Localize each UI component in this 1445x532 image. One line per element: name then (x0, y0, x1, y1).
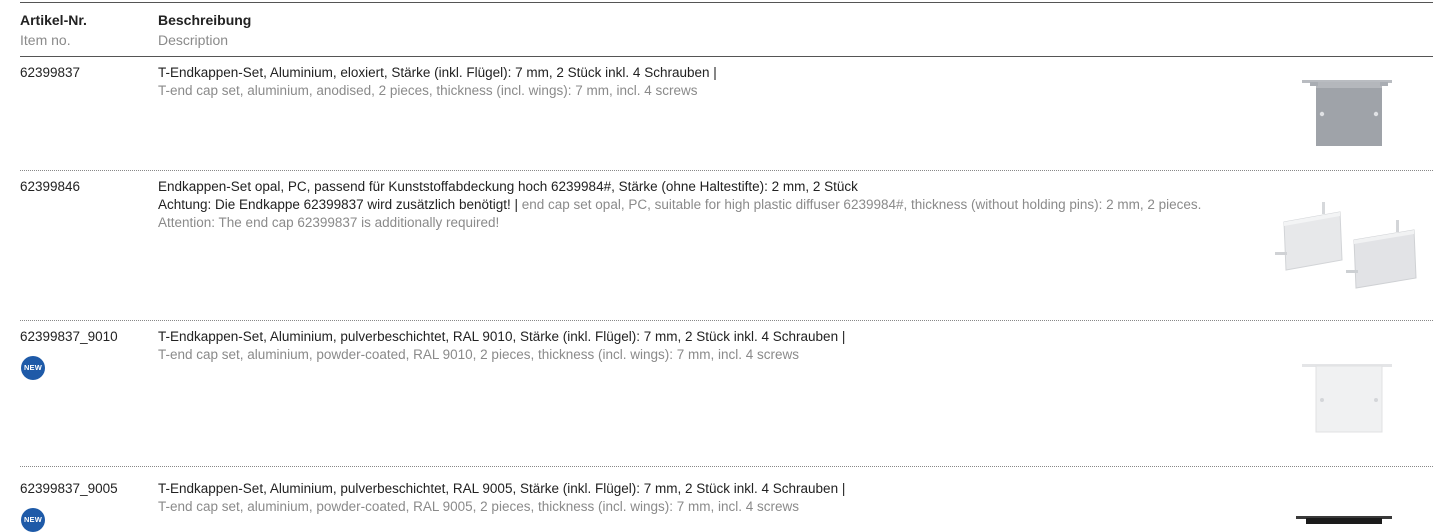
description-de: T-Endkappen-Set, Aluminium, eloxiert, St… (158, 65, 717, 80)
product-image-white-end-cap (1302, 364, 1392, 433)
column-header-item-no: Artikel-Nr. Item no. (20, 10, 87, 50)
description-en: T-end cap set, aluminium, anodised, 2 pi… (158, 83, 698, 98)
description-de: T-Endkappen-Set, Aluminium, pulverbeschi… (158, 329, 846, 344)
new-badge: NEW (21, 508, 45, 532)
row-separator (20, 466, 1433, 467)
column-header-description: Beschreibung Description (158, 10, 251, 50)
description-en: T-end cap set, aluminium, powder-coated,… (158, 347, 800, 362)
header-rule (20, 56, 1433, 57)
product-image-opal-end-caps (1275, 202, 1417, 289)
item-number: 62399837 (20, 65, 81, 80)
column-header-item-no-en: Item no. (20, 32, 71, 48)
item-description: T-Endkappen-Set, Aluminium, eloxiert, St… (158, 64, 1248, 100)
column-header-description-en: Description (158, 32, 229, 48)
column-header-description-de: Beschreibung (158, 12, 252, 28)
item-number: 62399837_9005 (20, 481, 118, 496)
column-header-item-no-de: Artikel-Nr. (20, 12, 87, 28)
description-de: T-Endkappen-Set, Aluminium, pulverbeschi… (158, 481, 846, 496)
item-number: 62399846 (20, 179, 81, 194)
description-de: Endkappen-Set opal, PC, passend für Kuns… (158, 179, 858, 194)
row-separator (20, 170, 1433, 171)
description-separator: | (510, 197, 522, 212)
item-number: 62399837_9010 (20, 329, 118, 344)
product-image-grey-end-cap (1302, 80, 1392, 146)
description-en: T-end cap set, aluminium, powder-coated,… (158, 499, 800, 514)
table-top-rule (20, 2, 1433, 3)
row-separator (20, 320, 1433, 321)
item-description: Endkappen-Set opal, PC, passend für Kuns… (158, 178, 1248, 232)
new-badge: NEW (21, 356, 45, 380)
item-description: T-Endkappen-Set, Aluminium, pulverbeschi… (158, 328, 1248, 364)
description-de-note: Achtung: Die Endkappe 62399837 wird zusä… (158, 197, 511, 212)
product-image-black-end-cap (1296, 516, 1392, 524)
item-description: T-Endkappen-Set, Aluminium, pulverbeschi… (158, 480, 1248, 516)
